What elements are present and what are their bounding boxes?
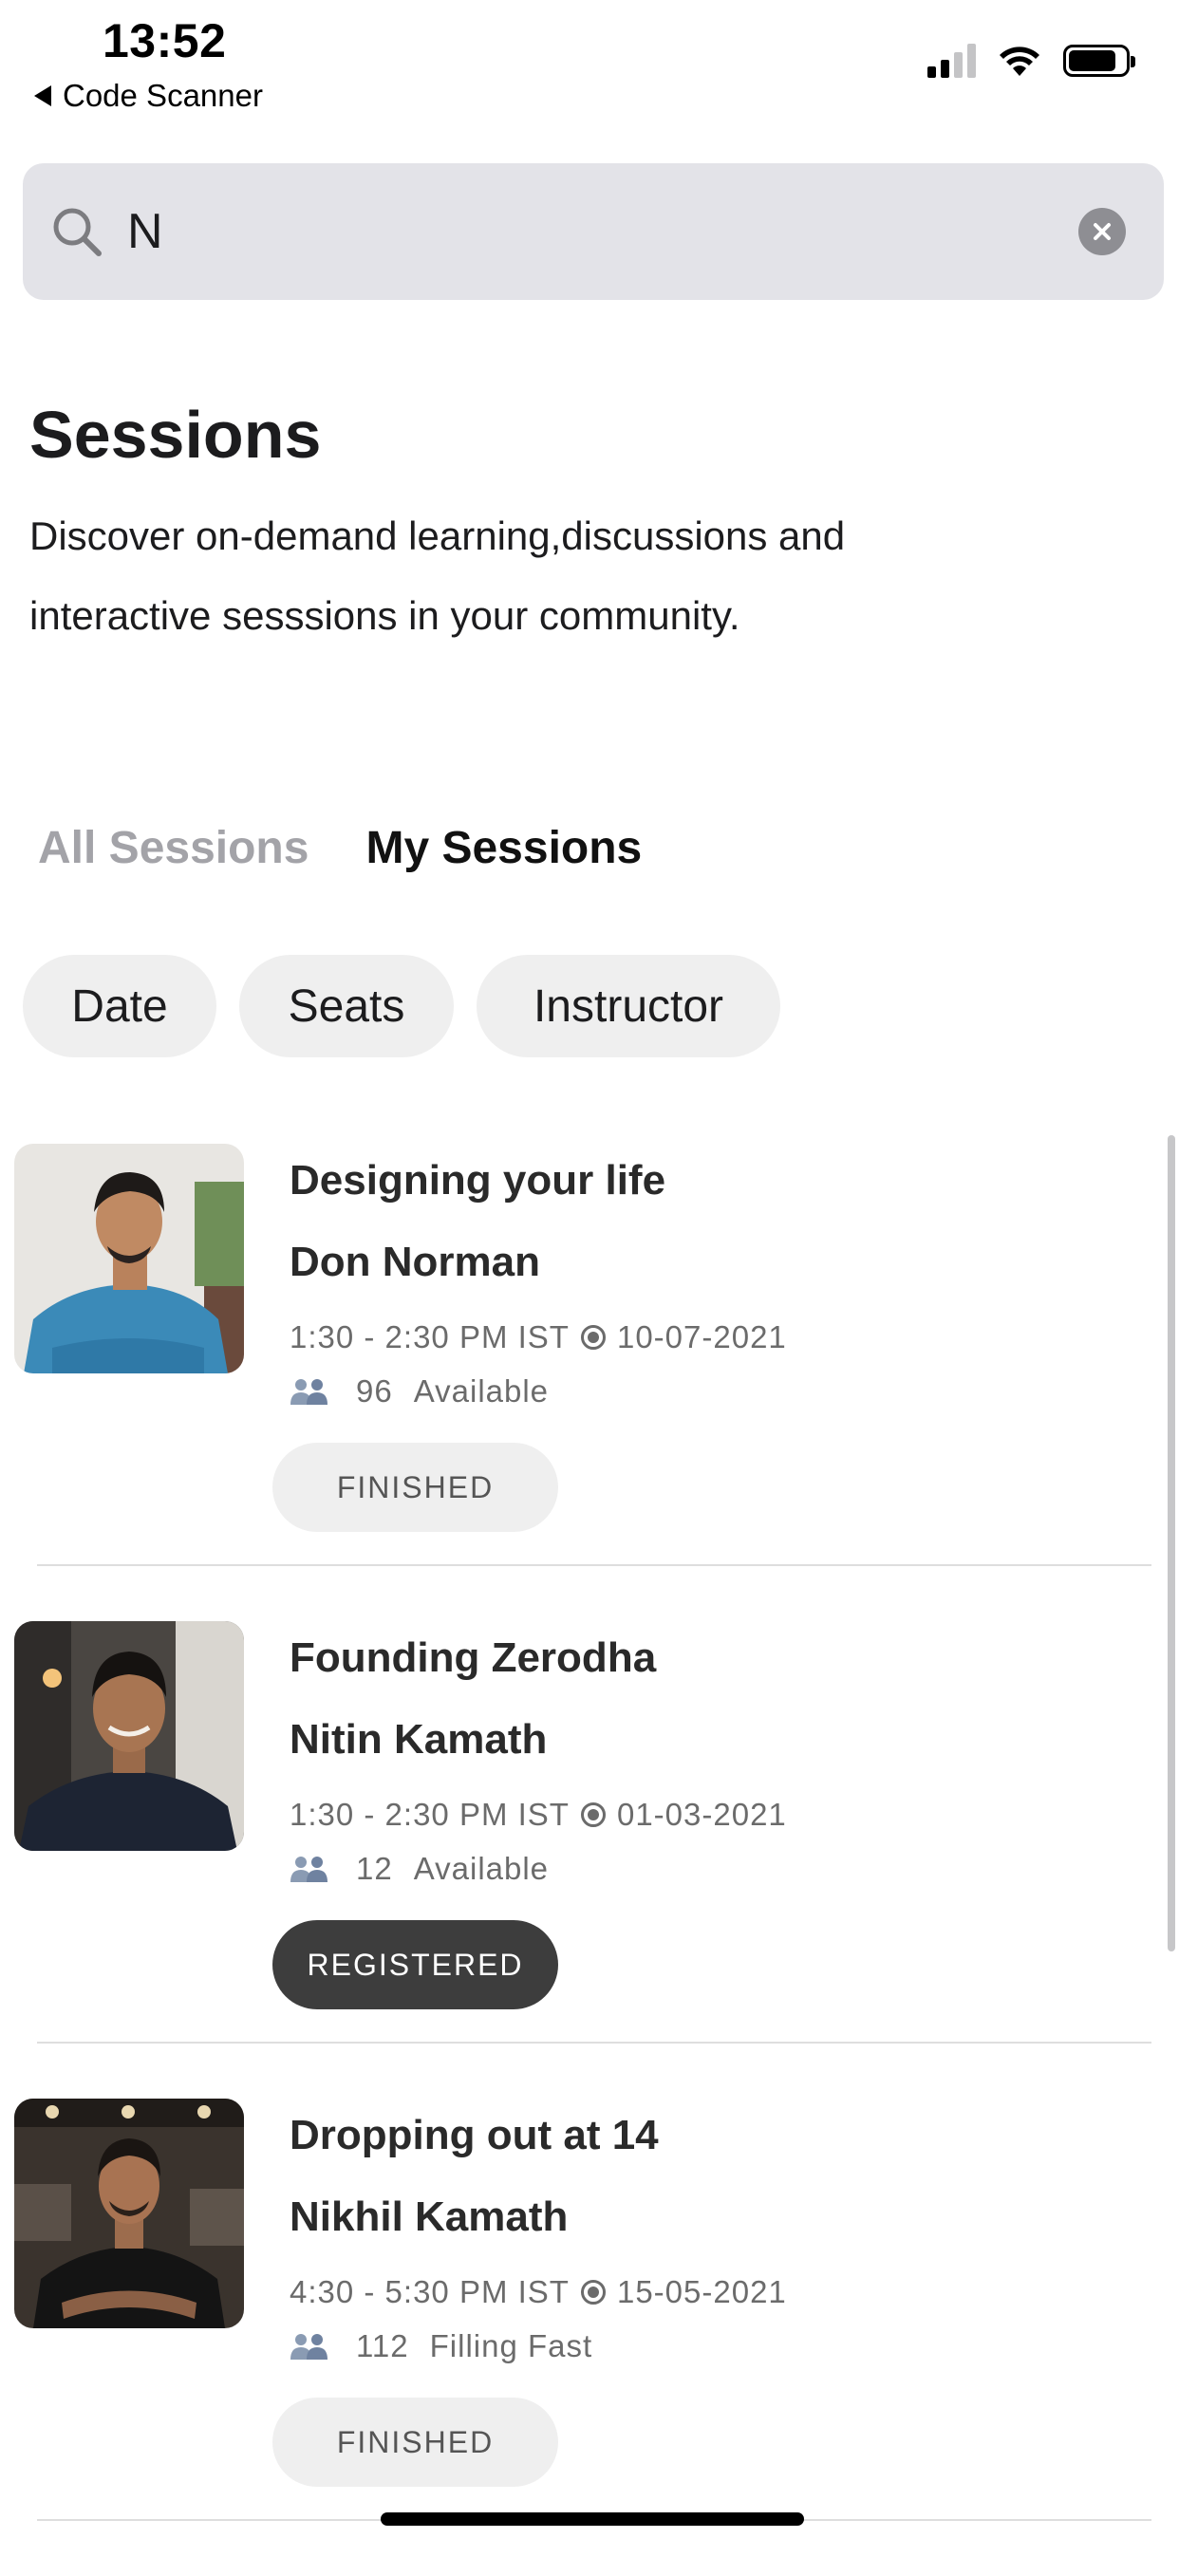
session-date: 01-03-2021 — [616, 1797, 787, 1832]
session-status-button[interactable]: FINISHED — [272, 1443, 558, 1532]
close-icon — [1094, 223, 1111, 240]
session-time-range: 4:30 - 5:30 PM IST — [290, 2274, 570, 2309]
session-time-range: 1:30 - 2:30 PM IST — [290, 1797, 570, 1832]
session-card[interactable]: Founding Zerodha Nitin Kamath 1:30 - 2:3… — [0, 1621, 1179, 2099]
session-card[interactable]: Designing your life Don Norman 1:30 - 2:… — [0, 1144, 1179, 1621]
session-title: Founding Zerodha — [290, 1634, 657, 1681]
session-time: 4:30 - 5:30 PM IST 15-05-2021 — [290, 2274, 787, 2310]
page-title: Sessions — [29, 398, 322, 472]
instructor-photo — [14, 1621, 244, 1851]
page-description: Discover on-demand learning,discussions … — [29, 513, 846, 638]
filter-chip-date[interactable]: Date — [23, 955, 216, 1057]
clear-search-button[interactable] — [1078, 208, 1126, 255]
session-instructor: Don Norman — [290, 1239, 540, 1285]
tab-my-sessions[interactable]: My Sessions — [365, 822, 642, 874]
radio-dot-icon — [580, 1325, 606, 1350]
session-time: 1:30 - 2:30 PM IST 10-07-2021 — [290, 1319, 787, 1355]
filter-chips: Date Seats Instructor — [23, 955, 780, 1057]
seat-availability: Available — [413, 1373, 550, 1409]
seat-count: 12 — [356, 1851, 393, 1886]
session-seats: 12 Available — [290, 1851, 549, 1887]
search-icon — [53, 208, 102, 256]
seat-count: 112 — [356, 2328, 409, 2363]
back-triangle-icon — [34, 85, 51, 106]
divider — [37, 1564, 1151, 1566]
filter-chip-seats[interactable]: Seats — [239, 955, 454, 1057]
search-bar — [23, 163, 1164, 300]
back-app-label: Code Scanner — [63, 78, 263, 113]
filter-chip-instructor[interactable]: Instructor — [477, 955, 780, 1057]
divider — [37, 2042, 1151, 2044]
session-status-button[interactable]: REGISTERED — [272, 1920, 558, 2009]
radio-dot-icon — [580, 2280, 606, 2305]
home-indicator[interactable] — [381, 2512, 804, 2526]
cellular-signal-icon — [927, 44, 976, 78]
status-time: 13:52 — [103, 14, 227, 67]
session-status-button[interactable]: FINISHED — [272, 2398, 558, 2487]
status-icons — [927, 44, 1135, 78]
radio-dot-icon — [580, 1802, 606, 1827]
battery-icon — [1063, 45, 1135, 77]
seat-count: 96 — [356, 1373, 393, 1409]
instructor-photo — [14, 1144, 244, 1373]
search-input[interactable] — [127, 203, 1078, 260]
session-seats: 112 Filling Fast — [290, 2328, 592, 2364]
session-time: 1:30 - 2:30 PM IST 01-03-2021 — [290, 1797, 787, 1833]
session-date: 15-05-2021 — [616, 2274, 787, 2309]
session-time-range: 1:30 - 2:30 PM IST — [290, 1319, 570, 1354]
session-card[interactable]: Dropping out at 14 Nikhil Kamath 4:30 - … — [0, 2099, 1179, 2576]
people-icon — [290, 1379, 328, 1405]
session-seats: 96 Available — [290, 1373, 549, 1409]
tab-all-sessions[interactable]: All Sessions — [38, 822, 309, 874]
scroll-indicator[interactable] — [1168, 1135, 1175, 1951]
session-date: 10-07-2021 — [616, 1319, 787, 1354]
session-title: Designing your life — [290, 1157, 666, 1204]
session-instructor: Nitin Kamath — [290, 1716, 548, 1763]
people-icon — [290, 2334, 328, 2360]
back-to-app-link[interactable]: Code Scanner — [34, 78, 263, 114]
instructor-photo — [14, 2099, 244, 2328]
session-instructor: Nikhil Kamath — [290, 2193, 569, 2240]
session-list: Designing your life Don Norman 1:30 - 2:… — [0, 1144, 1179, 2576]
people-icon — [290, 1857, 328, 1882]
seat-availability: Filling Fast — [429, 2328, 593, 2363]
seat-availability: Available — [413, 1851, 550, 1886]
wifi-icon — [1000, 47, 1039, 76]
session-tabs: All Sessions My Sessions — [38, 822, 642, 874]
session-title: Dropping out at 14 — [290, 2112, 659, 2158]
